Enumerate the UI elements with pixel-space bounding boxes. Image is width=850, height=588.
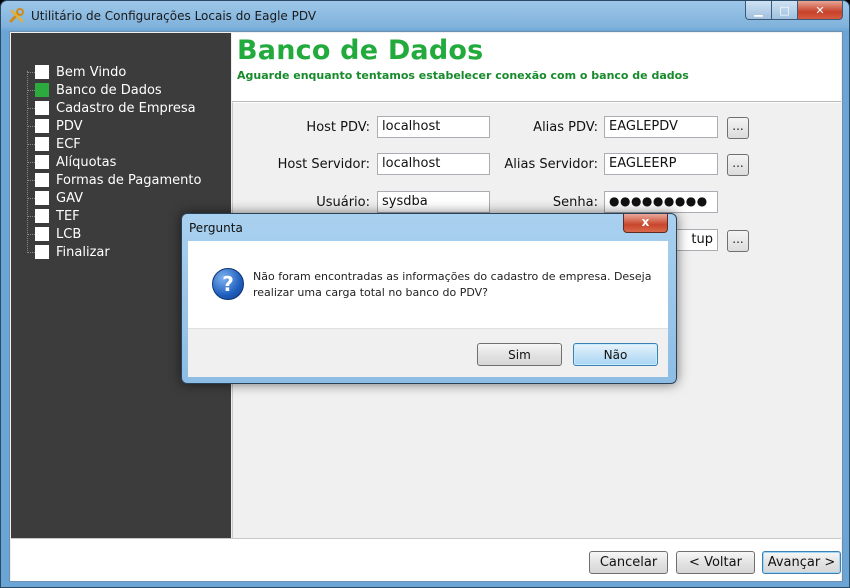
- sidebar-item-label: TEF: [56, 208, 80, 224]
- page-header: Banco de Dados Aguarde enquanto tentamos…: [232, 33, 841, 102]
- step-box-active-icon: [35, 83, 49, 97]
- browse-alias-servidor-button[interactable]: ...: [727, 154, 749, 176]
- tools-icon: [9, 8, 24, 23]
- host-servidor-input[interactable]: localhost: [377, 153, 490, 175]
- no-button[interactable]: Não: [573, 343, 658, 366]
- usuario-input[interactable]: sysdba: [377, 191, 490, 213]
- senha-label: Senha:: [552, 195, 598, 210]
- sidebar-item-label: Alíquotas: [56, 154, 117, 170]
- back-button[interactable]: < Voltar: [676, 551, 755, 574]
- dialog-close-button[interactable]: x: [623, 214, 668, 233]
- page-subtitle: Aguarde enquanto tentamos estabelecer co…: [237, 69, 689, 82]
- sidebar-item-formas-de-pagamento[interactable]: Formas de Pagamento: [27, 171, 202, 189]
- usuario-label: Usuário:: [316, 195, 370, 210]
- senha-input[interactable]: ●●●●●●●●●: [604, 191, 718, 213]
- sidebar-item-finalizar[interactable]: Finalizar: [27, 243, 110, 261]
- step-box-icon: [35, 173, 49, 187]
- minimize-button[interactable]: ▁: [745, 1, 772, 20]
- title-bar[interactable]: Utilitário de Configurações Locais do Ea…: [1, 1, 849, 31]
- step-box-icon: [35, 227, 49, 241]
- sidebar-item-aliquotas[interactable]: Alíquotas: [27, 153, 117, 171]
- sidebar-item-banco-de-dados[interactable]: Banco de Dados: [27, 81, 162, 99]
- step-box-icon: [35, 209, 49, 223]
- yes-button[interactable]: Sim: [477, 343, 562, 366]
- sidebar-item-gav[interactable]: GAV: [27, 189, 84, 207]
- sidebar-item-lcb[interactable]: LCB: [27, 225, 82, 243]
- close-button[interactable]: ✕: [798, 1, 843, 20]
- sidebar-item-label: Formas de Pagamento: [56, 172, 202, 188]
- dialog-footer: Sim Não: [188, 328, 668, 377]
- sidebar-item-cadastro-de-empresa[interactable]: Cadastro de Empresa: [27, 99, 196, 117]
- step-box-icon: [35, 245, 49, 259]
- dialog-message: Não foram encontradas as informações do …: [253, 270, 652, 299]
- step-box-icon: [35, 65, 49, 79]
- step-box-icon: [35, 191, 49, 205]
- dialog-body: ? Não foram encontradas as informações d…: [188, 241, 668, 328]
- alias-servidor-label: Alias Servidor:: [504, 157, 598, 172]
- dialog-title: Pergunta: [189, 221, 243, 235]
- alias-pdv-label: Alias PDV:: [533, 120, 598, 135]
- window-title: Utilitário de Configurações Locais do Ea…: [31, 9, 317, 23]
- next-button[interactable]: Avançar >: [762, 551, 841, 574]
- sidebar-item-pdv[interactable]: PDV: [27, 117, 83, 135]
- alias-servidor-input[interactable]: EAGLEERP: [604, 153, 718, 175]
- step-box-icon: [35, 155, 49, 169]
- step-box-icon: [35, 101, 49, 115]
- sidebar-item-label: Bem Vindo: [56, 64, 127, 80]
- question-icon: ?: [212, 268, 244, 300]
- browse-backup-button[interactable]: ...: [727, 230, 749, 252]
- close-icon: ✕: [815, 3, 825, 17]
- sidebar-item-label: GAV: [56, 190, 84, 206]
- maximize-button[interactable]: □: [772, 1, 798, 20]
- sidebar-item-label: ECF: [56, 136, 81, 152]
- window-controls: ▁ □ ✕: [745, 1, 843, 20]
- close-icon: x: [641, 215, 650, 229]
- host-servidor-label: Host Servidor:: [277, 157, 370, 172]
- minimize-icon: ▁: [754, 3, 763, 17]
- maximize-icon: □: [779, 3, 790, 17]
- sidebar-item-label: LCB: [56, 226, 82, 242]
- sidebar-item-label: Finalizar: [56, 244, 110, 260]
- sidebar-item-label: Banco de Dados: [56, 82, 162, 98]
- host-pdv-input[interactable]: localhost: [377, 116, 490, 138]
- tree-connector: [27, 71, 29, 251]
- alias-pdv-input[interactable]: EAGLEPDV: [604, 116, 718, 138]
- sidebar-item-tef[interactable]: TEF: [27, 207, 80, 225]
- cancel-button[interactable]: Cancelar: [589, 551, 668, 574]
- sidebar-item-label: Cadastro de Empresa: [56, 100, 196, 116]
- wizard-footer: Cancelar < Voltar Avançar >: [11, 538, 841, 581]
- browse-alias-pdv-button[interactable]: ...: [727, 117, 749, 139]
- page-title: Banco de Dados: [237, 35, 484, 66]
- sidebar-item-bem-vindo[interactable]: Bem Vindo: [27, 63, 127, 81]
- host-pdv-label: Host PDV:: [306, 120, 370, 135]
- step-box-icon: [35, 119, 49, 133]
- sidebar-item-ecf[interactable]: ECF: [27, 135, 81, 153]
- question-dialog: Pergunta x ? Não foram encontradas as in…: [181, 213, 677, 384]
- step-box-icon: [35, 137, 49, 151]
- sidebar-item-label: PDV: [56, 118, 83, 134]
